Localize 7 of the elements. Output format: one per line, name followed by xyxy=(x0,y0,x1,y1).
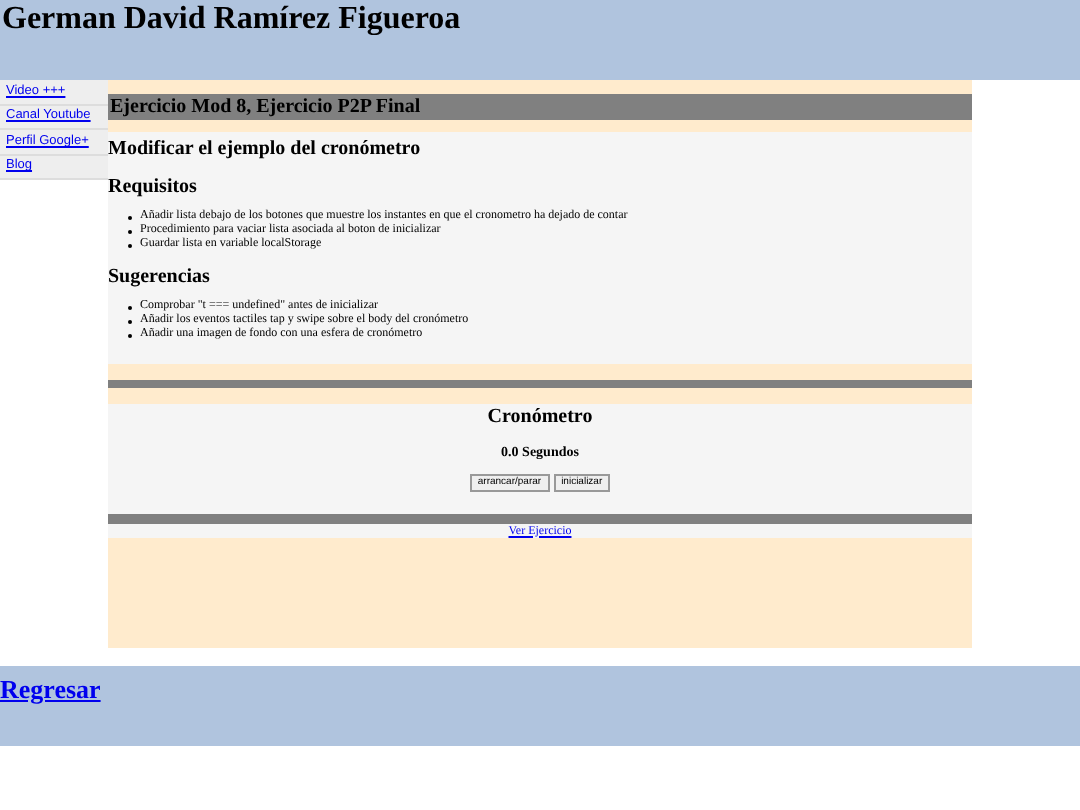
section-heading: Requisitos xyxy=(108,176,199,200)
page-title: German David Ramírez Figueroa xyxy=(0,0,463,40)
exercise-heading: Modificar el ejemplo del cronómetro xyxy=(108,138,423,162)
exercise-title: Ejercicio Mod 8, Ejercicio P2P Final xyxy=(108,97,421,117)
stopwatch-title: Cronómetro xyxy=(487,406,593,430)
section-heading: Sugerencias xyxy=(108,266,212,290)
back-link[interactable]: Regresar xyxy=(0,674,101,704)
